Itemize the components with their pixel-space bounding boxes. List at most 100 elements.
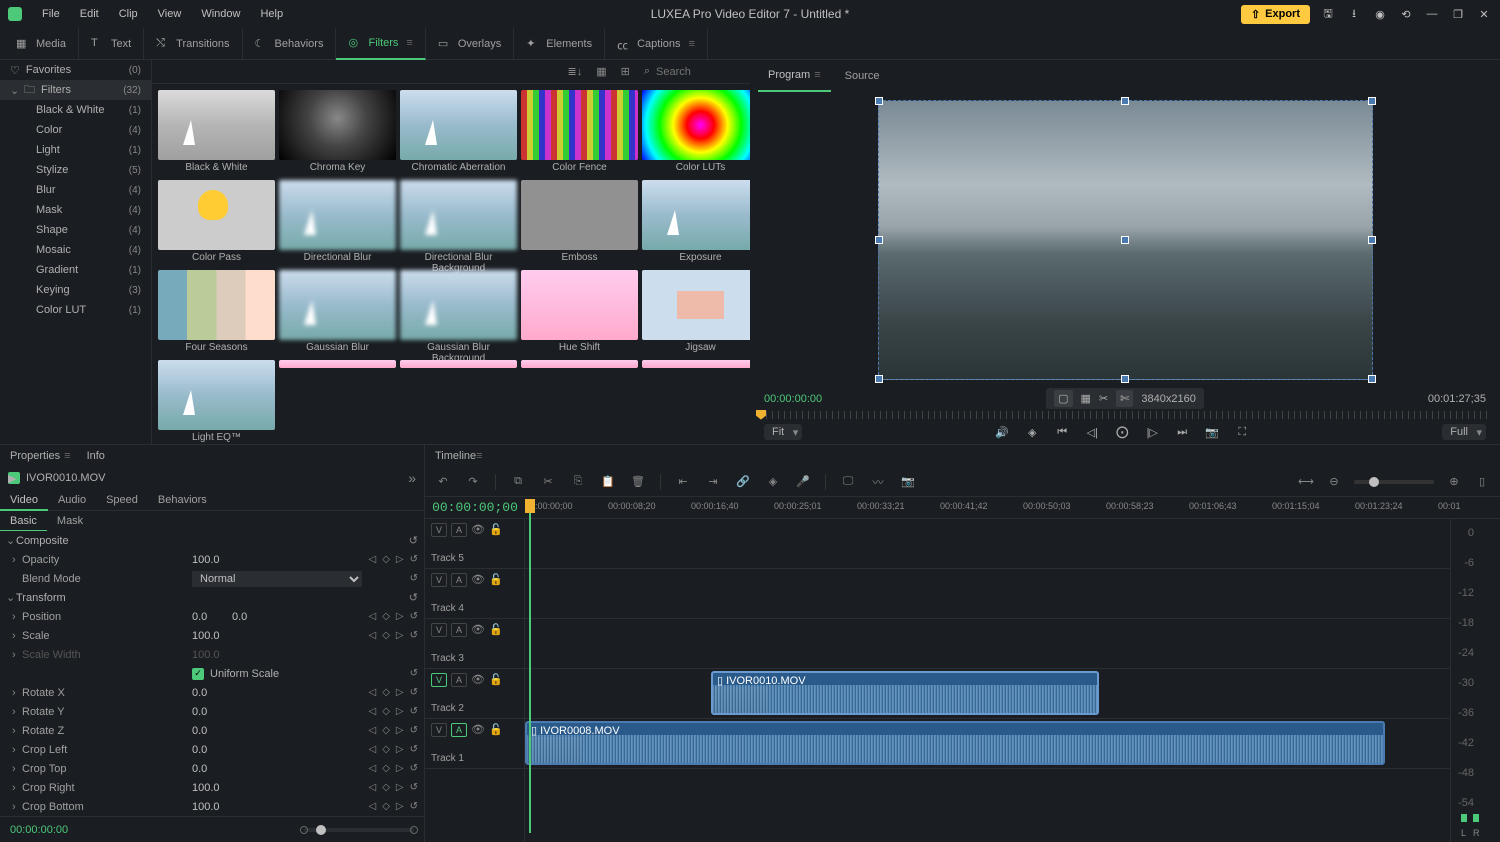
track-name[interactable]: Track 5 xyxy=(431,553,518,564)
filter-gaussian-blur-background[interactable]: Gaussian Blur Background xyxy=(400,270,517,356)
filter-black-white[interactable]: Black & White xyxy=(158,90,275,176)
filter-item[interactable] xyxy=(400,360,517,444)
crop-icon[interactable]: ✂ xyxy=(1099,392,1108,405)
cat-color-lut[interactable]: Color LUT(1) xyxy=(0,300,151,320)
add-key-icon[interactable]: ◇ xyxy=(382,611,390,622)
lock-icon[interactable]: 🔓 xyxy=(489,723,503,737)
tab-elements[interactable]: ✦Elements xyxy=(514,28,605,60)
visibility-icon[interactable]: 👁 xyxy=(471,673,485,687)
timeline-tab[interactable]: Timeline≡ xyxy=(435,450,483,462)
tab-transitions[interactable]: ⤭Transitions xyxy=(144,28,242,60)
filter-item[interactable] xyxy=(642,360,750,444)
add-key-icon[interactable]: ◇ xyxy=(382,801,390,812)
next-key-icon[interactable]: ▷ xyxy=(396,554,404,565)
visibility-icon[interactable]: 👁 xyxy=(471,523,485,537)
fullscreen-icon[interactable]: ⛶ xyxy=(1234,424,1250,440)
resize-handle-mr[interactable] xyxy=(1368,236,1376,244)
filter-chroma-key[interactable]: Chroma Key xyxy=(279,90,396,176)
audio-toggle[interactable]: A xyxy=(451,523,467,537)
next-key-icon[interactable]: ▷ xyxy=(396,782,404,793)
mask-subtab[interactable]: Mask xyxy=(47,511,93,531)
link-icon[interactable]: 🔗 xyxy=(735,474,751,490)
prev-key-icon[interactable]: ◁ xyxy=(369,801,377,812)
prop-value-x[interactable]: 0.0 xyxy=(192,611,232,623)
curve-icon[interactable]: 〰 xyxy=(870,474,886,490)
cat-mask[interactable]: Mask(4) xyxy=(0,200,151,220)
filter-color-pass[interactable]: Color Pass xyxy=(158,180,275,266)
menu-edit[interactable]: Edit xyxy=(70,0,109,28)
next-key-icon[interactable]: ▷ xyxy=(396,706,404,717)
reset-icon[interactable]: ↺ xyxy=(410,763,418,774)
lock-icon[interactable]: 🔓 xyxy=(489,673,503,687)
filter-color-luts[interactable]: Color LUTs xyxy=(642,90,750,176)
tab-media[interactable]: ▦Media xyxy=(4,28,79,60)
properties-tab[interactable]: Properties≡ xyxy=(10,450,71,462)
transform-group[interactable]: ⌄Transform↺ xyxy=(0,588,424,607)
download-icon[interactable]: ⭳ xyxy=(1346,6,1362,22)
reset-icon[interactable]: ↺ xyxy=(410,630,418,641)
video-toggle[interactable]: V xyxy=(431,573,447,587)
snap-icon[interactable]: ▯ xyxy=(1474,474,1490,490)
track-name[interactable]: Track 3 xyxy=(431,653,518,664)
video-tab[interactable]: Video xyxy=(0,489,48,511)
prev-key-icon[interactable]: ◁ xyxy=(369,554,377,565)
add-key-icon[interactable]: ◇ xyxy=(382,687,390,698)
composite-group[interactable]: ⌄Composite↺ xyxy=(0,531,424,550)
snapshot-icon[interactable]: 📷 xyxy=(1204,424,1220,440)
cut-icon[interactable]: ✂ xyxy=(540,474,556,490)
cat-stylize[interactable]: Stylize(5) xyxy=(0,160,151,180)
track-lane-2[interactable]: ▯IVOR0010.MOV xyxy=(525,669,1450,719)
footer-slider[interactable] xyxy=(304,828,414,832)
minimize-icon[interactable]: — xyxy=(1424,6,1440,22)
prev-frame-icon[interactable]: ◁| xyxy=(1084,424,1100,440)
next-key-icon[interactable]: ▷ xyxy=(396,801,404,812)
video-toggle[interactable]: V xyxy=(431,723,447,737)
tab-menu-icon[interactable]: ≡ xyxy=(64,450,70,462)
camera-icon[interactable]: 📷 xyxy=(900,474,916,490)
zoom-knob[interactable] xyxy=(1369,477,1379,487)
next-frame-icon[interactable]: |▷ xyxy=(1144,424,1160,440)
prev-key-icon[interactable]: ◁ xyxy=(369,687,377,698)
track-lane-5[interactable] xyxy=(525,519,1450,569)
menu-view[interactable]: View xyxy=(148,0,192,28)
tab-overlays[interactable]: ▭Overlays xyxy=(426,28,514,60)
filter-hue-shift[interactable]: Hue Shift xyxy=(521,270,638,356)
playhead-marker[interactable] xyxy=(756,410,766,420)
clip-ivor0010[interactable]: ▯IVOR0010.MOV xyxy=(711,671,1099,715)
cat-blur[interactable]: Blur(4) xyxy=(0,180,151,200)
prop-value[interactable]: 0.0 xyxy=(192,706,232,718)
track-lanes[interactable]: ▯IVOR0010.MOV ▯IVOR0008.MOV xyxy=(525,519,1450,842)
filter-item[interactable] xyxy=(279,360,396,444)
filter-directional-blur[interactable]: Directional Blur xyxy=(279,180,396,266)
marker-add-icon[interactable]: ◈ xyxy=(765,474,781,490)
search-box[interactable]: ⌕ xyxy=(644,65,736,78)
cat-shape[interactable]: Shape(4) xyxy=(0,220,151,240)
next-key-icon[interactable]: ▷ xyxy=(396,611,404,622)
maximize-icon[interactable]: ❐ xyxy=(1450,6,1466,22)
basic-subtab[interactable]: Basic xyxy=(0,511,47,531)
reset-icon[interactable]: ↺ xyxy=(410,725,418,736)
uniform-scale-checkbox[interactable]: ✓ xyxy=(192,668,204,680)
chevron-right-icon[interactable]: › xyxy=(12,744,22,756)
audio-tab[interactable]: Audio xyxy=(48,489,96,511)
next-key-icon[interactable]: ▷ xyxy=(396,744,404,755)
slider-start[interactable] xyxy=(300,826,308,834)
filter-light-eq-[interactable]: Light EQ™ xyxy=(158,360,275,444)
audio-toggle-icon[interactable]: 🔊 xyxy=(994,424,1010,440)
tab-filters[interactable]: ◎Filters≡ xyxy=(336,28,425,60)
sync-icon[interactable]: ⟲ xyxy=(1398,6,1414,22)
chevron-right-icon[interactable]: › xyxy=(12,725,22,737)
chevron-right-icon[interactable]: › xyxy=(12,554,22,566)
visibility-icon[interactable]: 👁 xyxy=(471,723,485,737)
video-toggle[interactable]: V xyxy=(431,623,447,637)
redo-icon[interactable]: ↷ xyxy=(465,474,481,490)
reset-icon[interactable]: ↺ xyxy=(410,687,418,698)
resize-handle-tc[interactable] xyxy=(1121,97,1129,105)
prop-value[interactable]: 100.0 xyxy=(192,801,232,813)
visibility-icon[interactable]: 👁 xyxy=(471,573,485,587)
filters-header-row[interactable]: ⌄🗀Filters (32) xyxy=(0,80,151,100)
go-start-icon[interactable]: ⏮ xyxy=(1054,424,1070,440)
paste-icon[interactable]: 📋 xyxy=(600,474,616,490)
scissors-icon[interactable]: ✄ xyxy=(1116,390,1133,407)
prop-value[interactable]: 0.0 xyxy=(192,725,232,737)
